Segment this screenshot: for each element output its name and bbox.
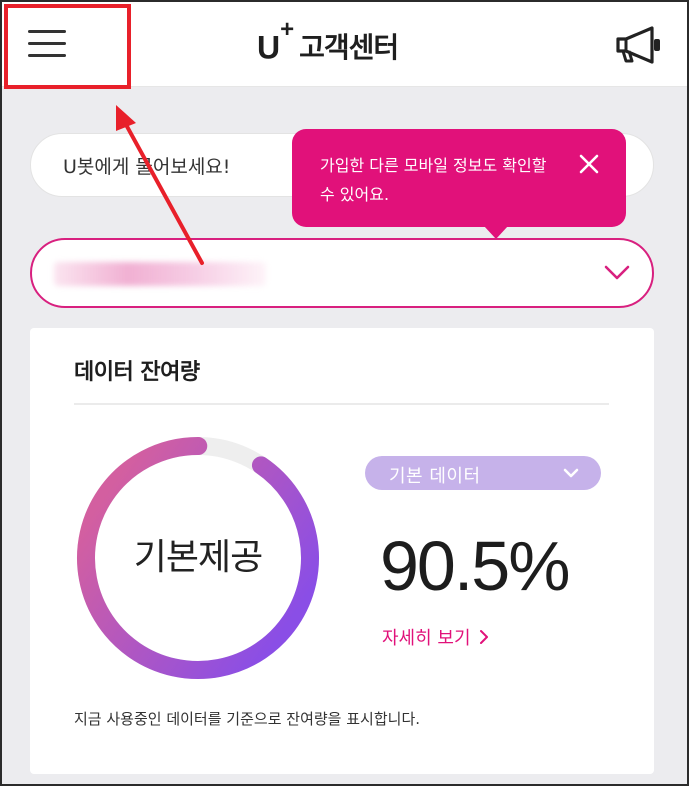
blurred-account-number	[54, 262, 266, 286]
divider	[74, 403, 609, 405]
data-type-dropdown[interactable]: 기본 데이터	[365, 456, 601, 490]
data-remaining-percent: 90.5%	[380, 527, 570, 605]
data-remaining-card: 데이터 잔여량 기본제공 기본 데이터 90.5% 자세히 보기 지금 사용중인…	[30, 328, 654, 774]
gauge-label: 기본제공	[133, 537, 263, 578]
megaphone-icon[interactable]	[614, 26, 664, 64]
chevron-right-icon	[479, 630, 488, 644]
view-details-label: 자세히 보기	[382, 628, 471, 649]
info-tooltip: 가입한 다른 모바일 정보도 확인할 수 있어요.	[292, 129, 626, 239]
tooltip-text: 가입한 다른 모바일 정보도 확인할 수 있어요.	[320, 156, 547, 204]
app-frame: U+ 고객센터 U봇에게 물어보세요! 가입한 다른 모바일 정보도 확인할 수…	[0, 0, 689, 786]
data-type-label: 기본 데이터	[389, 466, 481, 487]
card-title: 데이터 잔여량	[74, 360, 200, 385]
chevron-down-icon	[604, 265, 630, 280]
view-details-link[interactable]: 자세히 보기	[382, 624, 489, 650]
annotation-highlight-box	[4, 4, 131, 89]
page-title: 고객센터	[299, 31, 399, 64]
close-icon[interactable]	[578, 153, 600, 175]
brand-logo: U+	[257, 15, 294, 66]
brand: U+ 고객센터	[257, 15, 399, 68]
account-selector[interactable]	[30, 238, 654, 308]
search-placeholder: U봇에게 물어보세요!	[63, 156, 231, 178]
chevron-down-icon	[563, 468, 579, 478]
card-note: 지금 사용중인 데이터를 기준으로 잔여량을 표시합니다.	[74, 710, 421, 728]
